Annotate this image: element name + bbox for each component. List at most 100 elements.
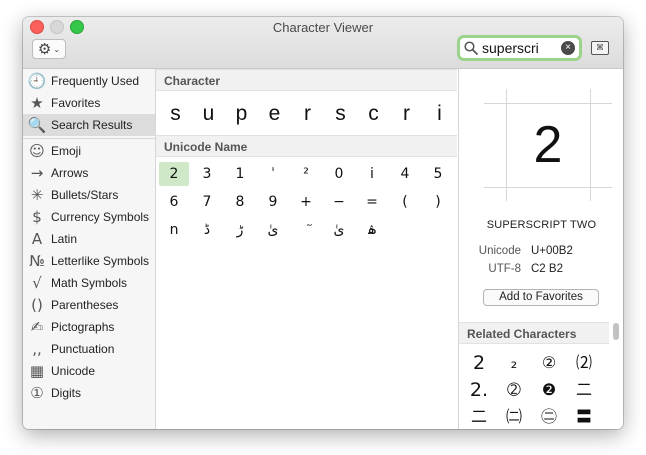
- unicode-result-cell[interactable]: ): [423, 190, 453, 214]
- sidebar-item-arrows[interactable]: → Arrows: [23, 162, 155, 184]
- arrow-icon: →: [30, 163, 44, 182]
- related-character-cell[interactable]: ②: [534, 350, 564, 376]
- unicode-result-cell[interactable]: 7: [192, 190, 222, 214]
- related-character-cell[interactable]: ㈡: [499, 404, 529, 429]
- unicode-result-cell[interactable]: 2: [159, 162, 189, 186]
- character-cell[interactable]: u: [192, 98, 225, 130]
- sidebar-item-emoji[interactable]: ☺ Emoji: [23, 140, 155, 162]
- preview-glyph: 2: [533, 116, 563, 174]
- unicode-result-cell[interactable]: +: [291, 190, 321, 214]
- unicode-result-cell[interactable]: 5: [423, 162, 453, 186]
- unicode-result-cell[interactable]: −: [324, 190, 354, 214]
- unicode-result-cell[interactable]: ڑ: [225, 218, 255, 242]
- unicode-result-cell[interactable]: ˈ: [258, 162, 288, 186]
- category-sidebar: 🕘 Frequently Used ★ Favorites 🔍 Search Result…: [23, 69, 156, 429]
- character-cell[interactable]: e: [258, 98, 291, 130]
- sidebar-item-pictographs[interactable]: ✍ Pictographs: [23, 316, 155, 338]
- sidebar-item-digits[interactable]: ① Digits: [23, 382, 155, 404]
- gear-icon: ⚙: [37, 40, 52, 58]
- character-cell[interactable]: p: [225, 98, 258, 130]
- sidebar-item-label: Pictographs: [51, 320, 115, 334]
- sidebar-item-label: Punctuation: [51, 342, 115, 356]
- character-cell[interactable]: i: [423, 98, 456, 130]
- sidebar-item-math-symbols[interactable]: √ Math Symbols: [23, 272, 155, 294]
- search-field[interactable]: superscri ×: [457, 35, 582, 61]
- unicode-result-cell[interactable]: 6: [159, 190, 189, 214]
- character-viewer-window: Character Viewer ⚙ ⌄ superscri × ⌘ 🕘 Freq…: [23, 17, 623, 429]
- add-to-favorites-button[interactable]: Add to Favorites: [483, 289, 599, 306]
- bullet-star-icon: ✳: [30, 185, 44, 204]
- keyboard-viewer-button[interactable]: ⌘: [591, 41, 609, 55]
- window-title: Character Viewer: [272, 20, 374, 35]
- sidebar-item-favorites[interactable]: ★ Favorites: [23, 92, 155, 114]
- related-scrollbar[interactable]: [613, 323, 619, 340]
- star-icon: ★: [30, 93, 44, 112]
- unicode-result-cell[interactable]: ۿ: [357, 218, 387, 242]
- results-pane: Character superscri Unicode Name 231ˈ²0i…: [156, 69, 457, 429]
- search-input[interactable]: superscri: [482, 40, 561, 56]
- unicode-result-cell[interactable]: ىٰ: [324, 218, 354, 242]
- latin-a-icon: A: [31, 229, 43, 248]
- sidebar-item-label: Math Symbols: [51, 276, 128, 290]
- related-character-cell[interactable]: ❷: [534, 377, 564, 403]
- unicode-result-cell[interactable]: i: [357, 162, 387, 186]
- chevron-down-icon: ⌄: [53, 44, 61, 54]
- sidebar-item-search-results[interactable]: 🔍 Search Results: [23, 114, 155, 136]
- sidebar-item-label: Search Results: [51, 118, 133, 132]
- sidebar-item-bullets-stars[interactable]: ✳ Bullets/Stars: [23, 184, 155, 206]
- character-cell[interactable]: s: [159, 98, 192, 130]
- related-character-cell[interactable]: ⑵: [569, 350, 599, 376]
- related-character-cell[interactable]: 二: [569, 377, 599, 403]
- unicode-result-cell[interactable]: 9: [258, 190, 288, 214]
- smiley-icon: ☺: [29, 141, 45, 160]
- search-icon: [463, 40, 479, 56]
- sidebar-item-unicode[interactable]: ▦ Unicode: [23, 360, 155, 382]
- sidebar-item-label: Frequently Used: [51, 74, 140, 88]
- character-cell[interactable]: s: [324, 98, 357, 130]
- square-root-icon: √: [32, 273, 42, 292]
- unicode-result-cell[interactable]: 4: [390, 162, 420, 186]
- sidebar-item-parentheses[interactable]: () Parentheses: [23, 294, 155, 316]
- unicode-result-cell[interactable]: 1: [225, 162, 255, 186]
- clear-search-icon[interactable]: ×: [561, 41, 575, 55]
- sidebar-item-frequently-used[interactable]: 🕘 Frequently Used: [23, 70, 155, 92]
- unicode-result-cell[interactable]: 8: [225, 190, 255, 214]
- search-icon: 🔍: [27, 115, 47, 134]
- unicode-label: Unicode: [478, 245, 521, 257]
- character-cell[interactable]: r: [291, 98, 324, 130]
- sidebar-item-letterlike-symbols[interactable]: № Letterlike Symbols: [23, 250, 155, 272]
- related-character-cell[interactable]: ㊁: [534, 404, 564, 429]
- unicode-result-cell[interactable]: =: [357, 190, 387, 214]
- related-character-cell[interactable]: 〓: [569, 404, 599, 429]
- related-character-cell[interactable]: ⼆: [464, 404, 494, 429]
- sidebar-item-label: Favorites: [51, 96, 101, 110]
- unicode-result-cell[interactable]: (: [390, 190, 420, 214]
- sidebar-item-label: Unicode: [51, 364, 96, 378]
- unicode-result-cell[interactable]: n: [159, 218, 189, 242]
- unicode-result-cell[interactable]: ڈ: [192, 218, 222, 242]
- unicode-result-cell[interactable]: 0: [324, 162, 354, 186]
- related-character-cell[interactable]: 2.: [464, 377, 494, 403]
- related-character-cell[interactable]: 2: [464, 350, 494, 376]
- sidebar-item-punctuation[interactable]: ,, Punctuation: [23, 338, 155, 360]
- sidebar-item-label: Letterlike Symbols: [51, 254, 150, 268]
- sidebar-item-label: Digits: [51, 386, 82, 400]
- sidebar-item-latin[interactable]: A Latin: [23, 228, 155, 250]
- character-name: SUPERSCRIPT TWO: [486, 219, 597, 231]
- unicode-result-cell[interactable]: ٓ: [291, 218, 321, 242]
- sidebar-item-label: Latin: [51, 232, 78, 246]
- circled-digit-icon: ①: [30, 383, 44, 402]
- character-cell[interactable]: r: [390, 98, 423, 130]
- related-character-cell[interactable]: ₂: [499, 350, 529, 376]
- dollar-icon: $: [32, 207, 42, 226]
- related-character-cell[interactable]: ➁: [499, 377, 529, 403]
- unicode-name-section-header: Unicode Name: [156, 135, 457, 157]
- sidebar-item-currency-symbols[interactable]: $ Currency Symbols: [23, 206, 155, 228]
- unicode-result-cell[interactable]: ²: [291, 162, 321, 186]
- character-cell[interactable]: c: [357, 98, 390, 130]
- action-menu-button[interactable]: ⚙ ⌄: [32, 39, 66, 59]
- sidebar-divider: [23, 138, 155, 139]
- unicode-result-cell[interactable]: 3: [192, 162, 222, 186]
- parentheses-icon: (): [31, 295, 43, 314]
- unicode-result-cell[interactable]: ىٰ: [258, 218, 288, 242]
